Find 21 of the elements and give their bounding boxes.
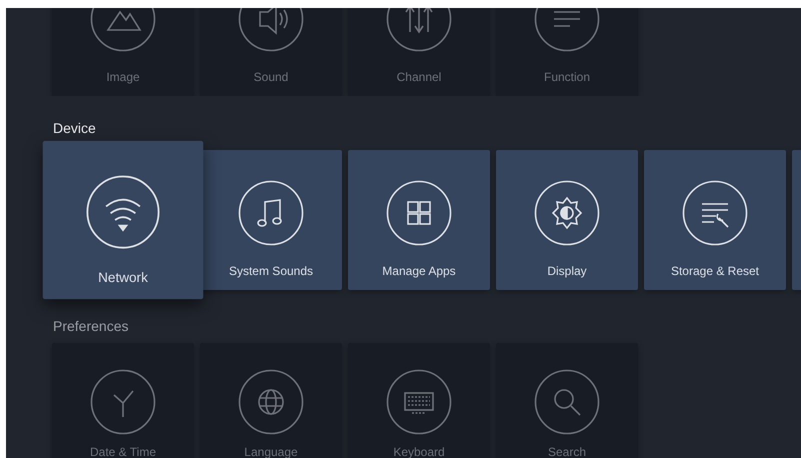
settings-tile[interactable]: Network (42, 140, 204, 300)
section-heading: Preferences (52, 318, 128, 334)
settings-tile[interactable]: Date & Time (52, 343, 194, 458)
list-wrench-icon (682, 180, 748, 246)
settings-tile[interactable]: Storage & Reset (644, 150, 786, 290)
music-note-icon (238, 180, 304, 246)
search-icon (534, 369, 600, 435)
settings-tile[interactable]: Function (496, 8, 638, 96)
keyboard-icon (386, 369, 452, 435)
globe-icon (238, 369, 304, 435)
settings-tile[interactable]: Image (52, 8, 194, 96)
settings-tile[interactable]: Display (496, 150, 638, 290)
wifi-icon (86, 174, 160, 250)
settings-tile[interactable]: Sound (200, 8, 342, 96)
settings-tile[interactable]: Manage Apps (348, 150, 490, 290)
grid-icon (386, 180, 452, 246)
settings-tile[interactable]: Search (496, 343, 638, 458)
clock-icon (90, 369, 156, 435)
settings-tile[interactable]: Channel (348, 8, 490, 96)
section-heading: Device (52, 120, 96, 136)
brightness-icon (534, 180, 600, 246)
